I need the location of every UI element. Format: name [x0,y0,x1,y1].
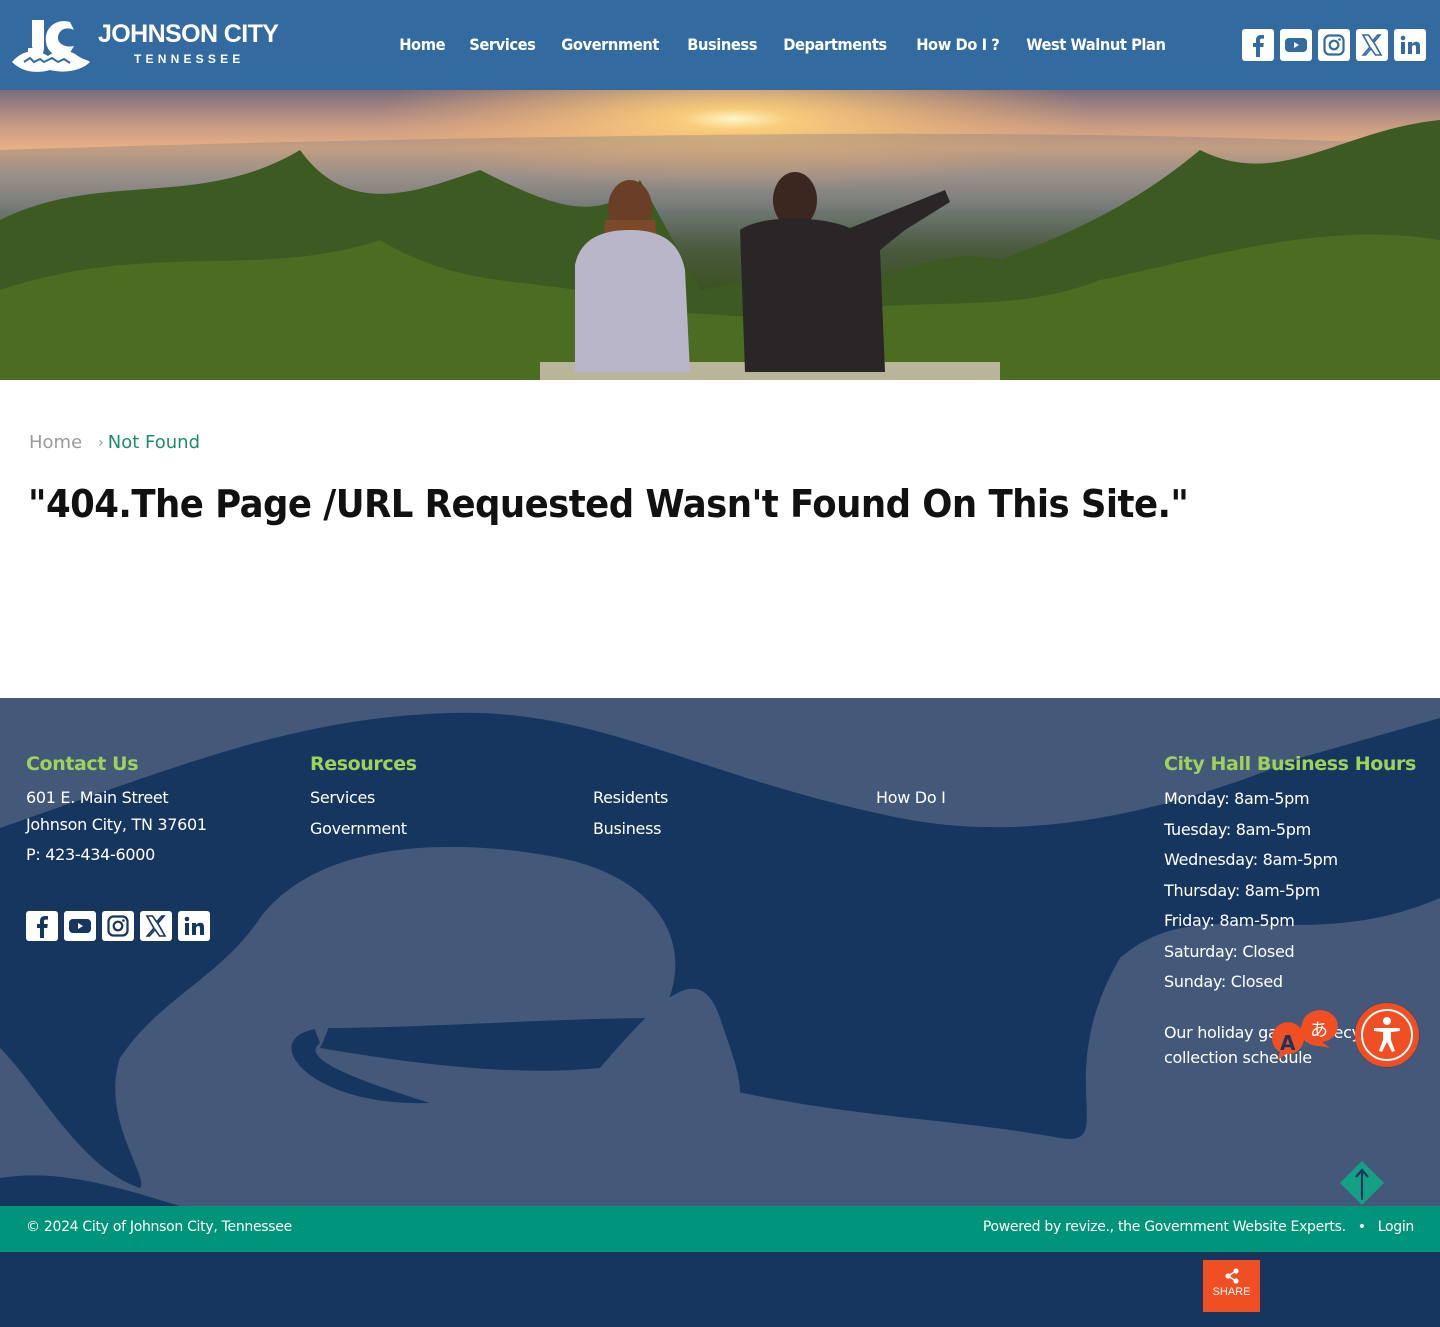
header-linkedin-link[interactable] [1394,29,1426,61]
contact-address-line2: Johnson City, TN 37601 [26,815,207,834]
logo-name: JOHNSON CITY [98,20,279,48]
youtube-icon [1285,38,1307,52]
jc-logo-mark-icon [12,20,90,72]
hours-wednesday: Wednesday: 8am-5pm [1164,850,1338,869]
breadcrumb: Home › Not Found [29,432,200,453]
instagram-icon [107,915,129,937]
powered-by: Powered by revize., the Government Websi… [983,1219,1414,1235]
translate-icon: A あ [1271,1010,1338,1060]
youtube-icon [69,919,91,933]
nav-departments[interactable]: Departments [774,34,896,56]
accessibility-button[interactable] [1355,1003,1419,1067]
linkedin-icon [184,916,204,935]
resources-heading: Resources [310,753,417,775]
hours-saturday: Saturday: Closed [1164,942,1295,961]
main-content: Home › Not Found "404.The Page /URL Requ… [0,380,1440,698]
x-icon [145,915,167,937]
breadcrumb-current: Not Found [107,432,200,453]
facebook-icon [1253,35,1264,57]
bullet-separator: • [1357,1219,1366,1235]
footer-instagram-link[interactable] [102,911,134,941]
header-social-links [1242,29,1426,61]
resources-link-how-do-i[interactable]: How Do I [876,788,946,807]
back-to-top-button[interactable] [1339,1160,1385,1206]
powered-by-revize-link[interactable]: Powered by revize., the Government Websi… [983,1219,1346,1235]
header-facebook-link[interactable] [1242,29,1274,61]
main-nav: Home Services Government Business Depart… [390,34,1188,56]
footer-bottom-bar: © 2024 City of Johnson City, Tennessee P… [0,1206,1440,1252]
nav-home[interactable]: Home [390,34,454,56]
hours-monday: Monday: 8am-5pm [1164,789,1310,808]
nav-how-do-i[interactable]: How Do I ? [907,34,1009,56]
hours-sunday: Sunday: Closed [1164,972,1283,991]
footer-linkedin-link[interactable] [178,911,210,941]
translate-widget-button[interactable]: A あ [1268,1008,1344,1062]
footer-contact: Contact Us 601 E. Main Street Johnson Ci… [26,753,286,864]
header-youtube-link[interactable] [1280,29,1312,61]
logo-subtitle: TENNESSEE [134,52,245,66]
footer-hours: City Hall Business Hours Monday: 8am-5pm… [1164,753,1434,1067]
footer-youtube-link[interactable] [64,911,96,941]
resources-link-business[interactable]: Business [593,819,661,838]
resources-link-residents[interactable]: Residents [593,788,668,807]
accessibility-person-icon [1374,1017,1400,1052]
contact-phone[interactable]: P: 423-434-6000 [26,845,155,864]
footer-social-links [26,911,210,941]
copyright: © 2024 City of Johnson City, Tennessee [26,1219,292,1235]
resources-link-services[interactable]: Services [310,788,375,807]
resources-link-government[interactable]: Government [310,819,407,838]
hours-tuesday: Tuesday: 8am-5pm [1164,820,1311,839]
hero-scene [0,90,1440,380]
breadcrumb-chevron-icon: › [98,434,104,451]
contact-address-line1: 601 E. Main Street [26,788,169,807]
linkedin-icon [1400,35,1420,54]
share-label: SHARE [1212,1286,1251,1298]
page-title: "404.The Page /URL Requested Wasn't Foun… [28,482,1189,526]
x-icon [1361,34,1383,56]
svg-text:A: A [1280,1031,1296,1055]
hours-friday: Friday: 8am-5pm [1164,911,1295,930]
hero-banner-image [0,90,1440,380]
nav-business[interactable]: Business [678,34,766,56]
share-icon [1224,1268,1239,1284]
login-link[interactable]: Login [1378,1219,1415,1235]
nav-west-walnut-plan[interactable]: West Walnut Plan [1017,34,1175,56]
breadcrumb-home[interactable]: Home [29,432,82,453]
site-footer: Contact Us 601 E. Main Street Johnson Ci… [0,698,1440,1206]
footer-resources: Resources Services Government Residents … [310,753,1110,838]
hours-thursday: Thursday: 8am-5pm [1164,881,1320,900]
footer-x-link[interactable] [140,911,172,941]
facebook-icon [37,916,48,938]
footer-facebook-link[interactable] [26,911,58,941]
hours-heading: City Hall Business Hours [1164,753,1416,775]
nav-government[interactable]: Government [552,34,668,56]
header-instagram-link[interactable] [1318,29,1350,61]
instagram-icon [1323,34,1345,56]
share-button[interactable]: SHARE [1203,1260,1260,1312]
site-header: JOHNSON CITY TENNESSEE Home Services Gov… [0,0,1440,90]
site-logo[interactable]: JOHNSON CITY TENNESSEE [10,16,285,74]
contact-heading: Contact Us [26,753,139,775]
svg-text:あ: あ [1310,1020,1328,1041]
header-x-link[interactable] [1356,29,1388,61]
nav-services[interactable]: Services [460,34,545,56]
